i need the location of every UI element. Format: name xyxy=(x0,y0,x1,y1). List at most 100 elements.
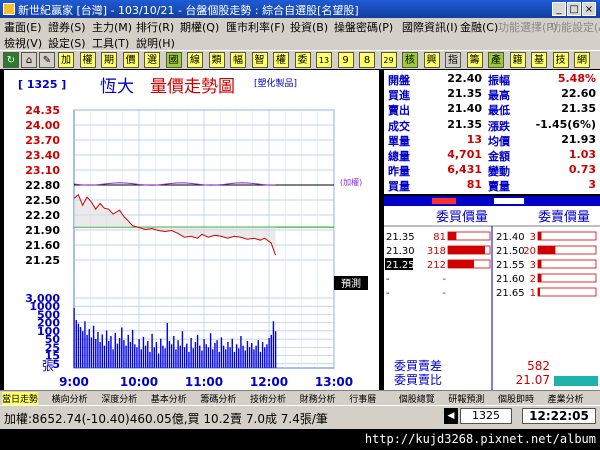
quote-row: 昨量 6,431 變動 0.73 xyxy=(384,163,600,178)
toolbar-button-11[interactable]: 委 xyxy=(294,52,311,68)
volume-bar xyxy=(270,334,272,368)
volume-bar xyxy=(261,342,264,368)
menu2-item-1[interactable]: 設定(S) xyxy=(48,35,86,51)
edit-icon[interactable]: ✎ xyxy=(39,52,55,68)
price-tick-label: 22.80 xyxy=(25,179,60,192)
toolbar-button-13[interactable]: 9 xyxy=(337,52,354,68)
volume-bar xyxy=(242,345,244,368)
menu-item-10[interactable]: 功能選擇(P) xyxy=(498,19,557,35)
toolbar-button-16[interactable]: 核 xyxy=(402,52,418,68)
home-icon[interactable]: ⌂ xyxy=(21,52,37,68)
toolbar-button-18[interactable]: 指 xyxy=(445,52,461,68)
quote-label: 開盤 xyxy=(388,74,410,87)
volume-bar xyxy=(112,349,114,368)
menu-item-3[interactable]: 排行(R) xyxy=(136,19,174,35)
volume-bar xyxy=(238,348,240,368)
toolbar-button-17[interactable]: 興 xyxy=(423,52,440,68)
toolbar-button-4[interactable]: 選 xyxy=(144,52,160,68)
price-volume-chart[interactable]: [ 1325 ] 恆大 量價走勢圖 [塑化製品] 24.35 24.00 23.70… xyxy=(4,70,379,390)
close-button[interactable]: × xyxy=(582,2,596,16)
analysis-tab-1[interactable]: 橫向分析 xyxy=(52,392,88,405)
minimize-button[interactable]: _ xyxy=(552,2,566,16)
volume-bar xyxy=(129,342,132,368)
quote-value: 21.35 xyxy=(561,102,596,116)
toolbar-button-3[interactable]: 價 xyxy=(122,52,139,68)
analysis-tab-2[interactable]: 深度分析 xyxy=(101,392,137,405)
volume-bar xyxy=(170,344,173,368)
maximize-button[interactable]: □ xyxy=(567,2,581,16)
volume-bar xyxy=(259,351,262,368)
volume-bar xyxy=(179,345,181,368)
menu-item-9[interactable]: 金融(C) xyxy=(460,19,498,35)
menu-item-2[interactable]: 主力(M) xyxy=(92,19,132,35)
menu-item-8[interactable]: 國際資訊(I) xyxy=(402,19,458,35)
toolbar-button-21[interactable]: 籍 xyxy=(509,52,526,68)
quote-label: 最低 xyxy=(488,104,510,118)
toolbar-button-15[interactable]: 29 xyxy=(380,52,397,68)
volume-bar xyxy=(118,338,121,368)
menu-item-4[interactable]: 期權(Q) xyxy=(180,19,219,35)
analysis-tab-11[interactable]: 產業分析 xyxy=(548,392,584,405)
menu-item-7[interactable]: 操盤密碼(P) xyxy=(334,19,393,35)
toolbar-button-6[interactable]: 線 xyxy=(187,52,203,68)
toolbar-button-8[interactable]: 幅 xyxy=(230,52,246,68)
menu2-item-2[interactable]: 工具(T) xyxy=(92,35,129,51)
menu-item-6[interactable]: 投資(B) xyxy=(290,19,328,35)
ask-price: 21.55 xyxy=(496,260,525,271)
analysis-tab-8[interactable]: 個股總覽 xyxy=(399,392,435,405)
quote-label: 最高 xyxy=(488,89,510,103)
volume-bar xyxy=(196,334,199,368)
quote-value: 3 xyxy=(588,178,596,192)
toolbar-button-1[interactable]: 權 xyxy=(79,52,96,68)
analysis-tab-0[interactable]: 當日走勢 xyxy=(2,392,39,405)
volume-bar xyxy=(153,347,155,368)
toolbar-button-19[interactable]: 籌 xyxy=(466,52,483,68)
toolbar-button-10[interactable]: 權 xyxy=(273,52,289,68)
watermark-url: http://kujd3268.pixnet.net/album xyxy=(364,432,596,446)
toolbar-button-0[interactable]: 加 xyxy=(58,52,74,68)
toolbar-button-5[interactable]: 國 xyxy=(165,52,182,68)
toolbar-button-24[interactable]: 網 xyxy=(574,52,590,68)
analysis-tab-9[interactable]: 研報預測 xyxy=(448,392,484,405)
menu-item-0[interactable]: 畫面(E) xyxy=(4,19,42,35)
toolbar-button-14[interactable]: 8 xyxy=(359,52,375,68)
ask-qty-frame xyxy=(537,231,597,241)
toolbar-button-2[interactable]: 期 xyxy=(101,52,117,68)
arrow-left-icon[interactable]: ◀ xyxy=(444,408,458,424)
ask-qty-bar xyxy=(538,288,540,296)
volume-bar xyxy=(160,338,162,368)
analysis-tab-6[interactable]: 財務分析 xyxy=(300,392,336,405)
time-tick-label: 11:00 xyxy=(185,375,223,389)
analysis-tab-7[interactable]: 行事曆 xyxy=(349,392,376,405)
toolbar-button-20[interactable]: 產 xyxy=(488,52,504,68)
menu-item-5[interactable]: 匯市利率(F) xyxy=(226,19,285,35)
volume-unit-label: 張 xyxy=(42,359,54,373)
menu2-item-0[interactable]: 檢視(V) xyxy=(4,35,42,51)
analysis-tab-4[interactable]: 籌碼分析 xyxy=(200,392,236,405)
analysis-tab-3[interactable]: 基本分析 xyxy=(151,392,187,405)
order-book-canvas: 委買價量 委賣價量 21.35 81 21.30 318 21.25 212 - - - - 21.… xyxy=(384,196,600,390)
refresh-icon[interactable]: ↻ xyxy=(3,52,19,68)
volume-bar xyxy=(266,344,268,368)
menu-item-11[interactable]: 功能設定(A) xyxy=(550,19,600,35)
toolbar-button-22[interactable]: 基 xyxy=(531,52,547,68)
bid-qty: 81 xyxy=(433,232,446,243)
bid-price: 21.30 xyxy=(386,246,415,257)
volume-bar xyxy=(140,349,142,368)
code-input-box[interactable]: 1325 xyxy=(460,408,512,424)
menu2-item-3[interactable]: 說明(H) xyxy=(136,35,175,51)
quote-label: 總量 xyxy=(388,150,410,163)
volume-bar xyxy=(186,343,188,368)
volume-bar xyxy=(199,345,201,368)
quote-value: 21.93 xyxy=(561,132,596,146)
quote-panel: 開盤 22.40 振幅 5.48% 買進 21.35 最高 22.60 賣出 21.40 最低 21.… xyxy=(384,70,600,194)
toolbar-button-9[interactable]: 智 xyxy=(251,52,268,68)
toolbar-button-12[interactable]: 13 xyxy=(316,52,332,68)
analysis-tab-10[interactable]: 個股即時 xyxy=(498,392,534,405)
volume-bar xyxy=(253,349,255,368)
toolbar-button-23[interactable]: 技 xyxy=(552,52,569,68)
analysis-tab-5[interactable]: 技術分析 xyxy=(250,392,286,405)
menu-item-1[interactable]: 證券(S) xyxy=(48,19,86,35)
price-tick-label: 22.20 xyxy=(25,209,60,222)
toolbar-button-7[interactable]: 類 xyxy=(208,52,225,68)
